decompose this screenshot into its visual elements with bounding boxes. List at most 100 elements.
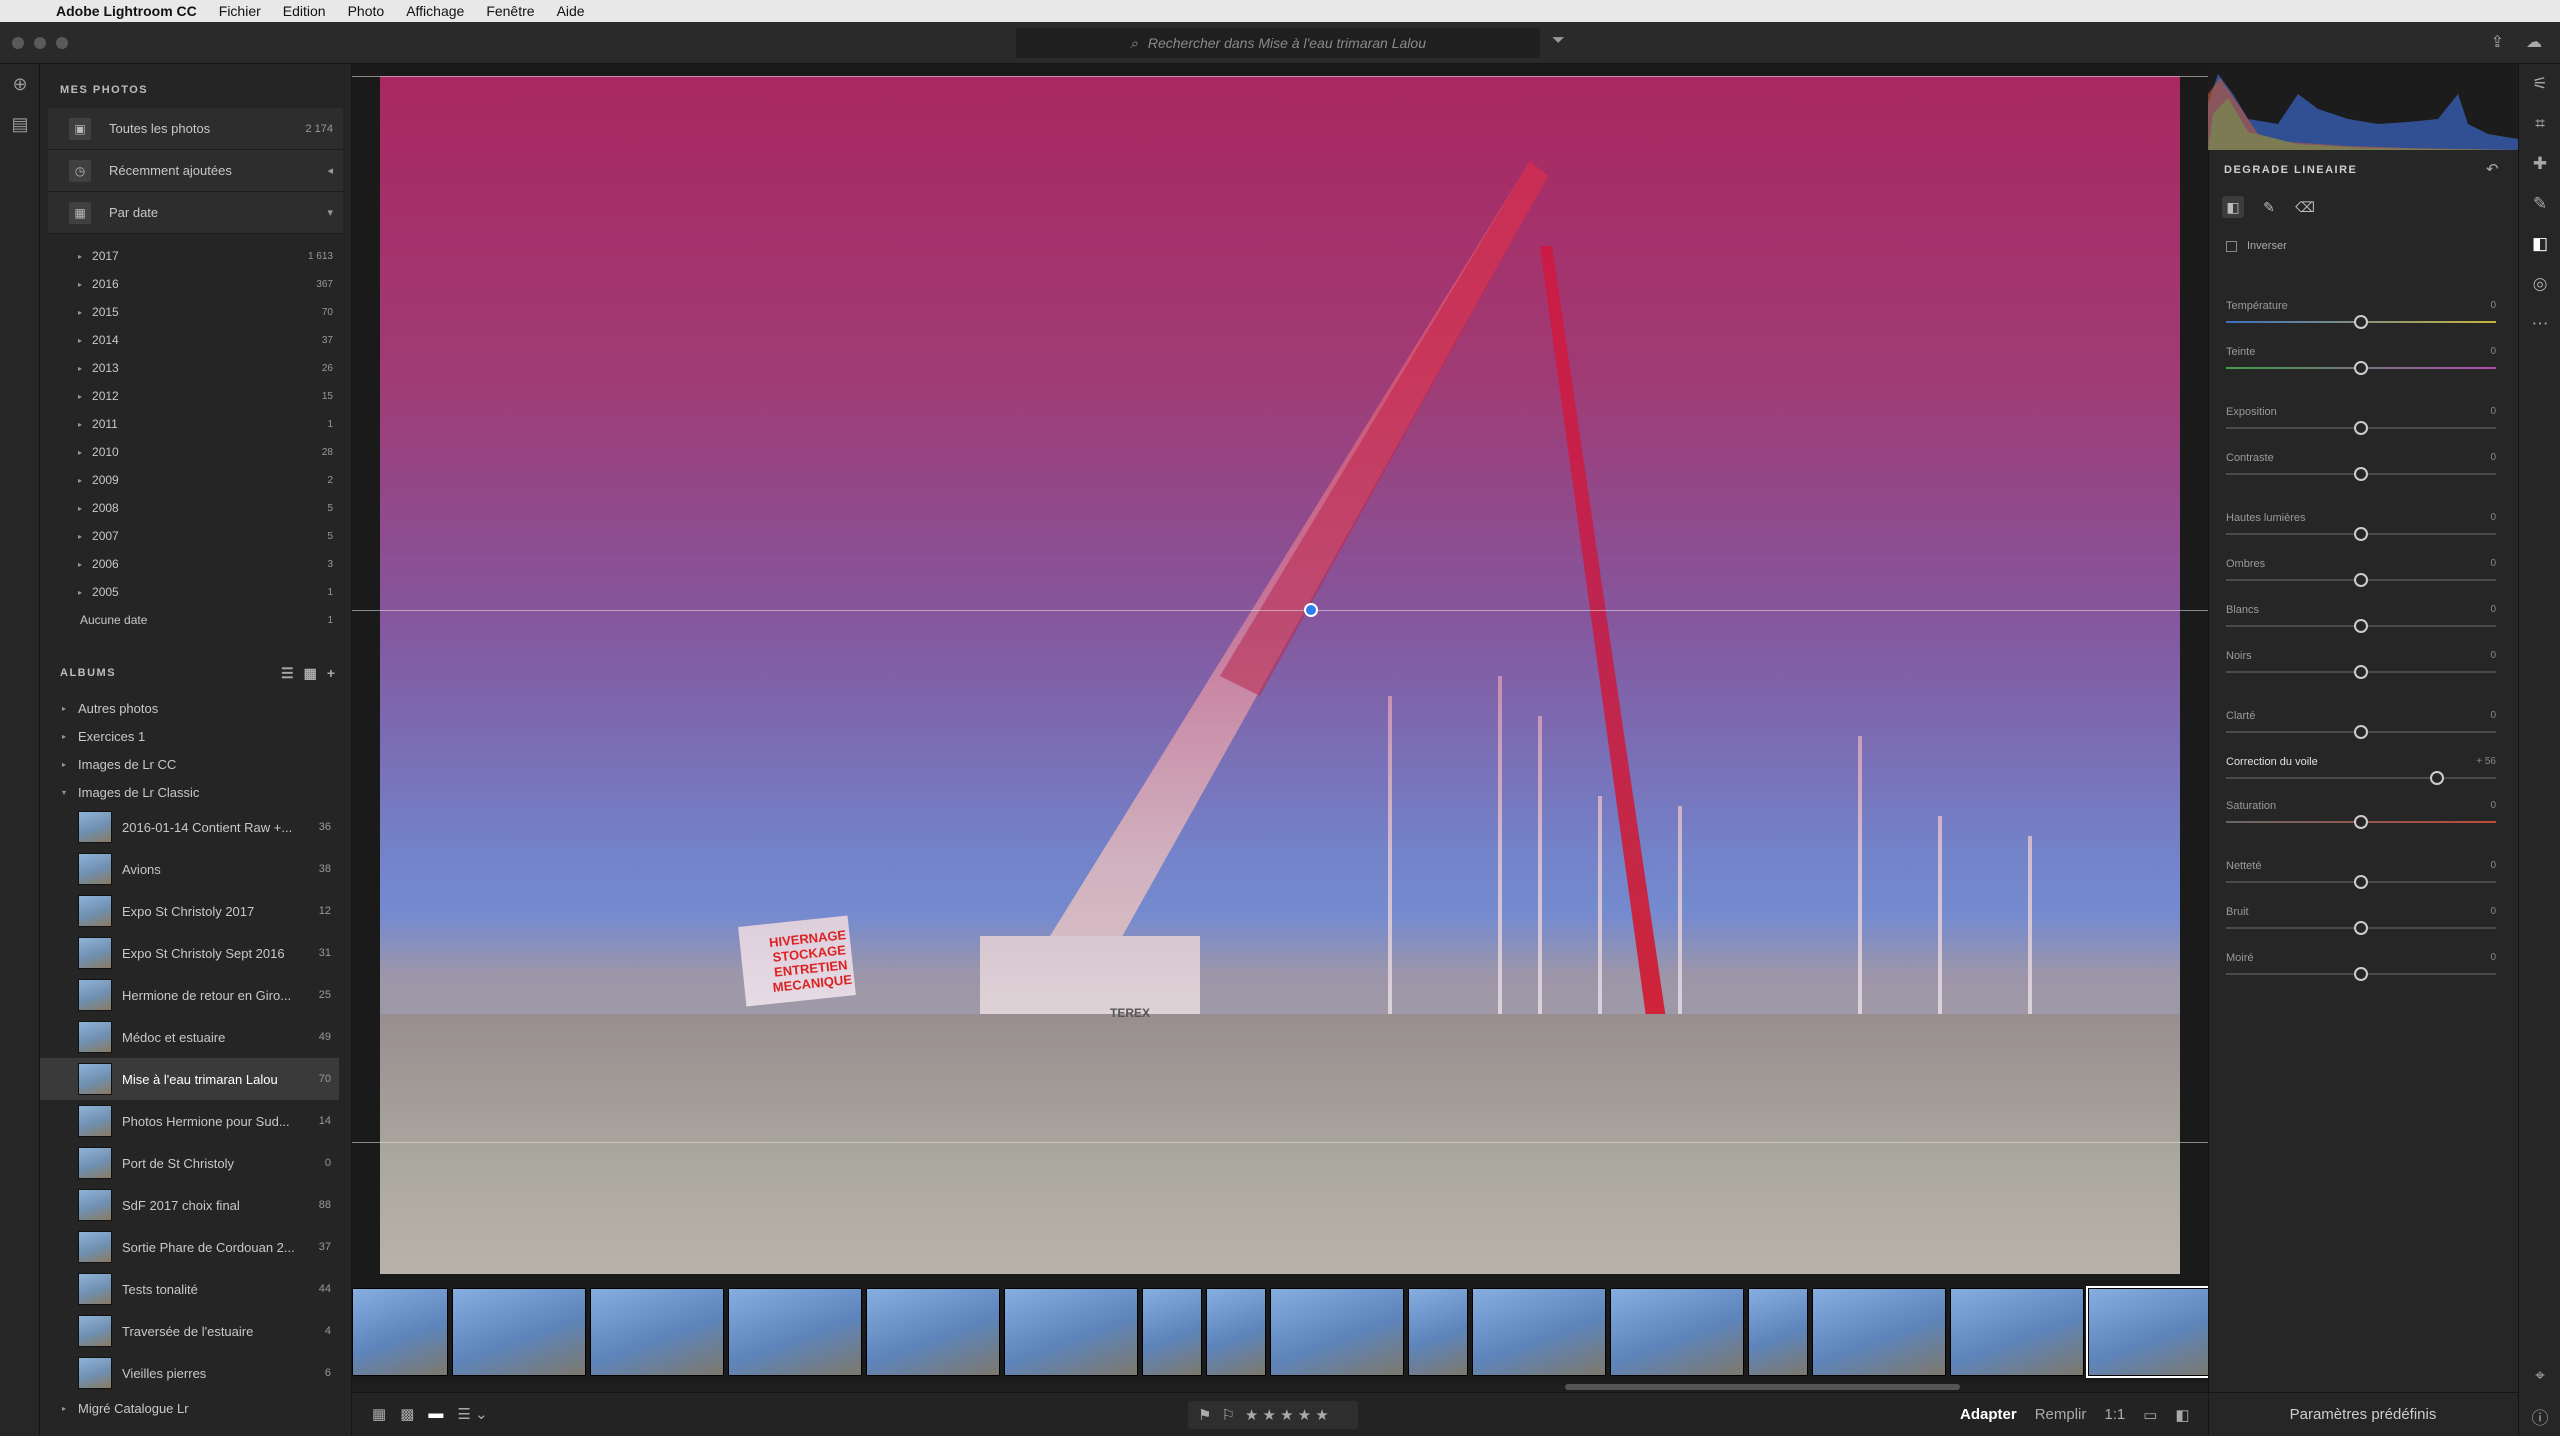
slider-knob[interactable] bbox=[2354, 725, 2368, 739]
slider-value[interactable]: 0 bbox=[2490, 346, 2496, 357]
app-name[interactable]: Adobe Lightroom CC bbox=[56, 3, 197, 19]
slider-value[interactable]: + 56 bbox=[2476, 756, 2496, 767]
filmstrip-thumb[interactable] bbox=[1748, 1288, 1808, 1376]
slider[interactable]: Ombres 0 bbox=[2226, 558, 2496, 588]
slider-value[interactable]: 0 bbox=[2490, 300, 2496, 311]
slider-value[interactable]: 0 bbox=[2490, 406, 2496, 417]
menu-fichier[interactable]: Fichier bbox=[219, 3, 261, 19]
edit-icon[interactable]: ⚟ bbox=[2519, 64, 2560, 104]
album-group[interactable]: ▸ Autres photos bbox=[40, 694, 351, 722]
slider-knob[interactable] bbox=[2354, 619, 2368, 633]
menu-aide[interactable]: Aide bbox=[557, 3, 585, 19]
photo-grid-icon[interactable]: ▩ bbox=[400, 1405, 414, 1423]
slider-knob[interactable] bbox=[2354, 921, 2368, 935]
fill-button[interactable]: Remplir bbox=[2035, 1406, 2087, 1424]
slider[interactable]: Noirs 0 bbox=[2226, 650, 2496, 680]
menu-photo[interactable]: Photo bbox=[348, 3, 385, 19]
brush-tool-icon[interactable]: ✎ bbox=[2258, 196, 2280, 218]
year-item[interactable]: ▸ 2014 37 bbox=[40, 326, 351, 354]
year-item[interactable]: ▸ 2012 15 bbox=[40, 382, 351, 410]
slider[interactable]: Clarté 0 bbox=[2226, 710, 2496, 740]
album-item[interactable]: Vieilles pierres 6 bbox=[40, 1352, 339, 1394]
cloud-sync-icon[interactable]: ☁ bbox=[2526, 32, 2542, 52]
slider-knob[interactable] bbox=[2354, 665, 2368, 679]
album-group[interactable]: ▸ Images de Lr CC bbox=[40, 750, 351, 778]
slider-knob[interactable] bbox=[2354, 315, 2368, 329]
detail-view-icon[interactable]: ▬ bbox=[428, 1405, 443, 1423]
presets-button[interactable]: Paramètres prédéfinis bbox=[2208, 1392, 2518, 1436]
reset-icon[interactable]: ↶ bbox=[2486, 160, 2499, 178]
slider-value[interactable]: 0 bbox=[2490, 906, 2496, 917]
slider[interactable]: Moiré 0 bbox=[2226, 952, 2496, 982]
crop-icon[interactable]: ⌗ bbox=[2519, 104, 2560, 144]
gradient-pin[interactable] bbox=[1304, 603, 1318, 617]
filmstrip-thumb[interactable] bbox=[1142, 1288, 1202, 1376]
invert-checkbox[interactable]: Inverser bbox=[2226, 240, 2287, 252]
slider[interactable]: Bruit 0 bbox=[2226, 906, 2496, 936]
album-item[interactable]: Expo St Christoly Sept 2016 31 bbox=[40, 932, 339, 974]
recently-added-item[interactable]: ◷ Récemment ajoutées ◂ bbox=[48, 150, 343, 192]
album-item[interactable]: Traversée de l'estuaire 4 bbox=[40, 1310, 339, 1352]
slider-value[interactable]: 0 bbox=[2490, 558, 2496, 569]
keywords-icon[interactable]: ⌖ bbox=[2519, 1356, 2560, 1396]
slider-value[interactable]: 0 bbox=[2490, 860, 2496, 871]
year-item[interactable]: ▸ 2017 1 613 bbox=[40, 242, 351, 270]
filmstrip-thumb[interactable] bbox=[1270, 1288, 1404, 1376]
album-item[interactable]: Mise à l'eau trimaran Lalou 70 bbox=[40, 1058, 339, 1100]
slider-value[interactable]: 0 bbox=[2490, 800, 2496, 811]
slider[interactable]: Correction du voile + 56 bbox=[2226, 756, 2496, 786]
slider-knob[interactable] bbox=[2429, 771, 2444, 785]
one-to-one-button[interactable]: 1:1 bbox=[2104, 1406, 2125, 1424]
reject-flag-icon[interactable]: ⚐ bbox=[1221, 1406, 1234, 1424]
year-item[interactable]: ▸ 2006 3 bbox=[40, 550, 351, 578]
year-item[interactable]: ▸ 2013 26 bbox=[40, 354, 351, 382]
slider[interactable]: Contraste 0 bbox=[2226, 452, 2496, 482]
eraser-tool-icon[interactable]: ⌫ bbox=[2294, 196, 2316, 218]
slider-knob[interactable] bbox=[2354, 527, 2368, 541]
slider[interactable]: Exposition 0 bbox=[2226, 406, 2496, 436]
checkbox-box[interactable] bbox=[2226, 240, 2237, 252]
slider-value[interactable]: 0 bbox=[2490, 650, 2496, 661]
slider-knob[interactable] bbox=[2354, 361, 2368, 375]
filmstrip-thumb[interactable] bbox=[1004, 1288, 1138, 1376]
slider-value[interactable]: 0 bbox=[2490, 452, 2496, 463]
search-input[interactable]: ⌕ Rechercher dans Mise à l'eau trimaran … bbox=[1016, 28, 1540, 58]
grid-view-icon[interactable]: ▦ bbox=[304, 665, 317, 682]
album-item[interactable]: SdF 2017 choix final 88 bbox=[40, 1184, 339, 1226]
add-photos-icon[interactable]: ⊕ bbox=[0, 64, 40, 104]
album-item[interactable]: Port de St Christoly 0 bbox=[40, 1142, 339, 1184]
filmstrip-thumb[interactable] bbox=[1812, 1288, 1946, 1376]
album-item[interactable]: Médoc et estuaire 49 bbox=[40, 1016, 339, 1058]
filmstrip-toggle-icon[interactable]: ▭ bbox=[2143, 1406, 2157, 1424]
slider-knob[interactable] bbox=[2354, 467, 2368, 481]
filmstrip-thumb[interactable] bbox=[728, 1288, 862, 1376]
menu-affichage[interactable]: Affichage bbox=[406, 3, 464, 19]
slider-value[interactable]: 0 bbox=[2490, 710, 2496, 721]
album-item[interactable]: Tests tonalité 44 bbox=[40, 1268, 339, 1310]
album-group[interactable]: ▸ Exercices 1 bbox=[40, 722, 351, 750]
filmstrip-thumb[interactable] bbox=[866, 1288, 1000, 1376]
year-item[interactable]: ▸ 2008 5 bbox=[40, 494, 351, 522]
slider[interactable]: Teinte 0 bbox=[2226, 346, 2496, 376]
filmstrip-thumb[interactable] bbox=[1206, 1288, 1266, 1376]
filter-icon[interactable]: ⏷ bbox=[1552, 32, 1565, 50]
slider[interactable]: Hautes lumières 0 bbox=[2226, 512, 2496, 542]
sort-icon[interactable]: ☰ ⌄ bbox=[457, 1405, 487, 1423]
slider-value[interactable]: 0 bbox=[2490, 512, 2496, 523]
filmstrip-thumb[interactable] bbox=[352, 1288, 448, 1376]
slider[interactable]: Netteté 0 bbox=[2226, 860, 2496, 890]
album-item[interactable]: Expo St Christoly 2017 12 bbox=[40, 890, 339, 932]
slider-knob[interactable] bbox=[2354, 815, 2368, 829]
slider-knob[interactable] bbox=[2354, 421, 2368, 435]
filmstrip-thumb[interactable] bbox=[1408, 1288, 1468, 1376]
album-group[interactable]: ▸ Migré Catalogue Lr bbox=[40, 1394, 351, 1422]
slider-track[interactable] bbox=[2226, 777, 2496, 779]
menu-fenetre[interactable]: Fenêtre bbox=[486, 3, 534, 19]
slider[interactable]: Saturation 0 bbox=[2226, 800, 2496, 830]
no-date-item[interactable]: Aucune date 1 bbox=[40, 606, 351, 634]
gradient-tool-icon[interactable]: ◧ bbox=[2222, 196, 2244, 218]
year-item[interactable]: ▸ 2005 1 bbox=[40, 578, 351, 606]
window-controls[interactable] bbox=[12, 37, 68, 49]
slider[interactable]: Température 0 bbox=[2226, 300, 2496, 330]
info-icon[interactable]: ⓘ bbox=[2519, 1396, 2560, 1436]
